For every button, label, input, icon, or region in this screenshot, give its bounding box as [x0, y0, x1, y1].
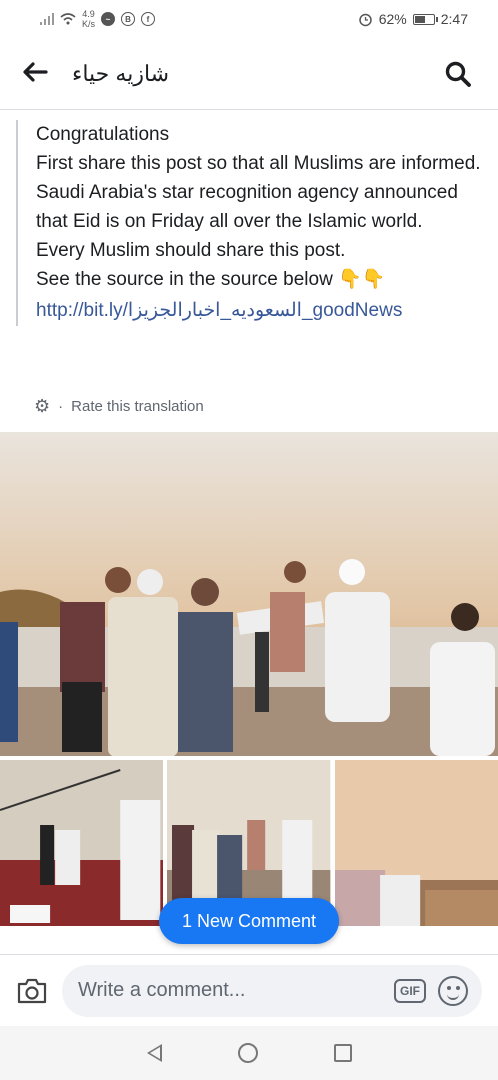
arrow-left-icon[interactable]	[22, 59, 62, 89]
comment-placeholder: Write a comment...	[78, 979, 246, 1001]
system-nav-bar	[0, 1026, 498, 1080]
camera-icon[interactable]	[16, 978, 48, 1004]
status-bar: 4.9 K/s ~ B f 62% 2:47	[0, 0, 498, 38]
nav-back-icon[interactable]	[146, 1044, 162, 1062]
wifi-icon	[60, 13, 76, 25]
b-app-icon: B	[121, 12, 136, 26]
comment-input[interactable]: Write a comment... GIF	[62, 964, 482, 1017]
net-speed: 4.9 K/s	[82, 9, 96, 29]
battery-percent: 62%	[378, 11, 407, 27]
rate-translation[interactable]: ⚙ · Rate this translation	[34, 396, 204, 417]
nav-recents-icon[interactable]	[333, 1044, 352, 1062]
nav-home-icon[interactable]	[237, 1043, 258, 1063]
signal-icon	[40, 13, 54, 25]
post-text: Congratulations First share this post so…	[16, 120, 486, 326]
post-line: Saudi Arabia's star recognition agency a…	[36, 182, 458, 232]
new-comment-button[interactable]: 1 New Comment	[159, 898, 339, 944]
post-line: Congratulations	[36, 124, 170, 145]
post-line: Every Muslim should share this post.	[36, 240, 346, 261]
top-bar: شازيه حياء	[0, 38, 498, 110]
gif-button[interactable]: GIF	[394, 978, 426, 1003]
comment-composer: Write a comment... GIF	[0, 954, 498, 1026]
post-line: See the source in the source below 👇👇	[36, 269, 386, 290]
emoji-icon[interactable]	[438, 975, 468, 1006]
rate-translation-label[interactable]: Rate this translation	[71, 398, 204, 415]
alarm-icon	[358, 13, 372, 26]
messenger-icon: ~	[101, 12, 116, 26]
search-icon[interactable]	[444, 60, 472, 88]
post-photo-main[interactable]	[0, 432, 498, 756]
facebook-icon: f	[141, 12, 156, 26]
post-line: First share this post so that all Muslim…	[36, 153, 481, 174]
battery-icon	[412, 13, 438, 25]
post-photo-thumb[interactable]	[0, 760, 164, 926]
page-title: شازيه حياء	[72, 60, 170, 86]
dot-separator: ·	[58, 398, 64, 415]
source-link[interactable]: http://bit.ly/السعوديه_اخبارالجزيزا_good…	[36, 296, 486, 326]
gear-icon: ⚙	[34, 396, 51, 416]
clock: 2:47	[440, 11, 468, 27]
post-photo-thumb[interactable]	[334, 760, 498, 926]
